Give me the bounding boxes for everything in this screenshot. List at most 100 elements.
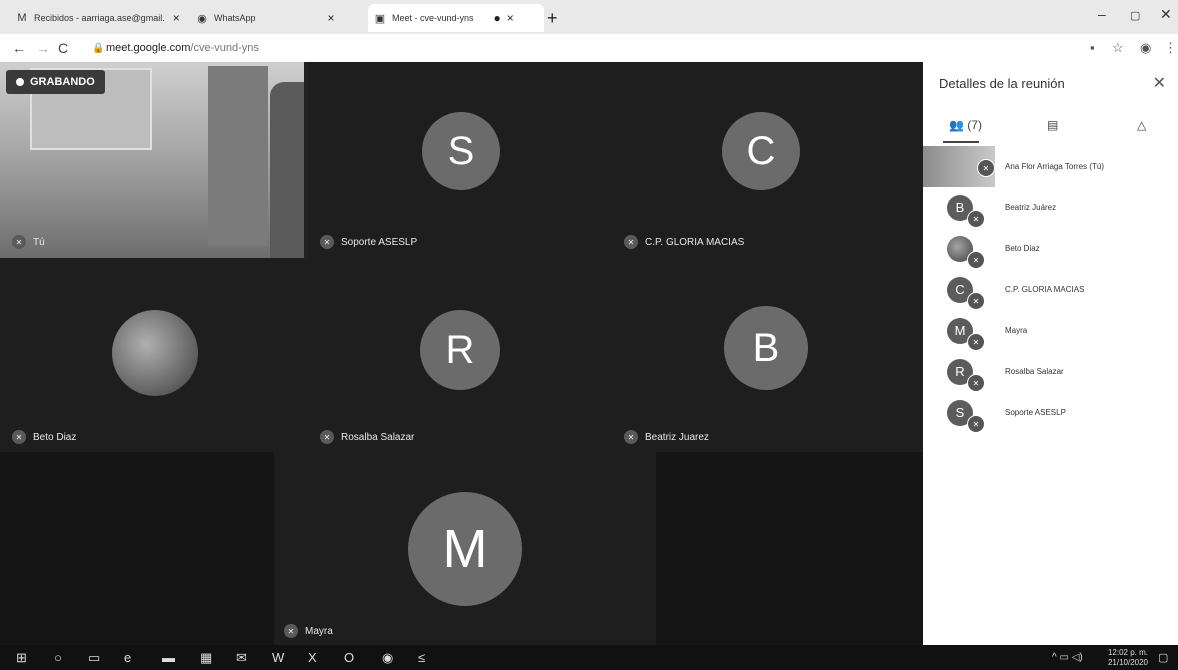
- tab-whatsapp[interactable]: ◉ WhatsApp ×: [196, 4, 356, 32]
- tile-self[interactable]: GRABANDO ✕ Tú: [0, 62, 304, 258]
- mic-off-icon: ✕: [967, 292, 985, 310]
- tab-gmail[interactable]: M Recibidos - aarriaga.ase@gmail. ×: [16, 4, 188, 32]
- search-icon[interactable]: ○: [54, 650, 62, 665]
- address-bar: ← → C 🔒 meet.google.com/cve-vund-yns ▪ ☆…: [0, 34, 1178, 63]
- list-item[interactable]: C ✕ C.P. GLORIA MACIAS: [923, 269, 1178, 310]
- door: [208, 66, 268, 246]
- tile-label: ✕ Rosalba Salazar: [320, 430, 414, 444]
- chrome-icon[interactable]: ◉: [382, 650, 393, 666]
- url-path: /cve-vund-yns: [190, 42, 259, 54]
- close-icon[interactable]: ×: [173, 11, 180, 25]
- mic-off-icon: ✕: [967, 374, 985, 392]
- edge-icon[interactable]: e: [124, 650, 131, 665]
- tab-meet[interactable]: ▣ Meet - cve-vund-yns ● ×: [368, 4, 544, 32]
- close-icon[interactable]: ×: [507, 11, 514, 25]
- tile-beatriz[interactable]: B ✕ Beatriz Juarez: [614, 258, 923, 452]
- new-tab-button[interactable]: +: [547, 8, 558, 29]
- chat-icon[interactable]: ▤: [1047, 118, 1058, 132]
- participant-name: Ana Flor Arriaga Torres (Tú): [1005, 162, 1104, 171]
- participant-name: Tú: [33, 236, 45, 248]
- avatar: R: [420, 310, 500, 390]
- star-icon[interactable]: ☆: [1112, 40, 1124, 56]
- recording-badge: GRABANDO: [6, 70, 105, 94]
- meeting-details-panel: Detalles de la reunión ✕ 👥 (7) ▤ △ ✕ Ana…: [923, 62, 1178, 645]
- outlook-icon[interactable]: O: [344, 650, 354, 665]
- participant-name: Beatriz Juarez: [645, 431, 709, 443]
- tile-rosalba[interactable]: R ✕ Rosalba Salazar: [308, 258, 614, 452]
- file-explorer-icon[interactable]: ▬: [162, 650, 175, 665]
- gmail-icon: M: [17, 12, 27, 24]
- tile-label: ✕ Beatriz Juarez: [624, 430, 709, 444]
- list-item[interactable]: B ✕ Beatriz Juárez: [923, 187, 1178, 228]
- system-tray-icons[interactable]: ^ ▭ ◁): [1052, 652, 1083, 663]
- mic-off-icon: ✕: [977, 159, 995, 177]
- tile-label: ✕ C.P. GLORIA MACIAS: [624, 235, 744, 249]
- participant-name: C.P. GLORIA MACIAS: [1005, 285, 1085, 294]
- tile-mayra[interactable]: M ✕ Mayra: [274, 452, 656, 645]
- clock-time: 12:02 p. m.: [1107, 648, 1148, 657]
- mic-off-icon: ✕: [967, 251, 985, 269]
- tile-label: ✕ Mayra: [284, 624, 333, 638]
- activities-icon[interactable]: △: [1137, 118, 1146, 132]
- forward-icon[interactable]: →: [36, 40, 50, 56]
- window-close-icon[interactable]: ✕: [1160, 6, 1172, 23]
- lock-icon: 🔒: [92, 43, 105, 54]
- participant-name: C.P. GLORIA MACIAS: [645, 236, 745, 248]
- reload-icon[interactable]: C: [58, 40, 68, 56]
- mic-off-icon: ✕: [967, 415, 985, 433]
- start-icon[interactable]: ⊞: [16, 650, 27, 666]
- recording-label: GRABANDO: [30, 76, 95, 88]
- mic-off-icon: ✕: [284, 624, 298, 638]
- avatar: M: [408, 492, 522, 606]
- excel-icon[interactable]: X: [308, 650, 317, 665]
- participant-list: ✕ Ana Flor Arriaga Torres (Tú) B ✕ Beatr…: [923, 146, 1178, 433]
- menu-icon[interactable]: ⋮: [1164, 40, 1177, 56]
- clock[interactable]: 12:02 p. m. 21/10/2020: [1108, 648, 1148, 668]
- list-item[interactable]: R ✕ Rosalba Salazar: [923, 351, 1178, 392]
- mic-off-icon: ✕: [624, 235, 638, 249]
- task-view-icon[interactable]: ▭: [88, 650, 100, 666]
- record-dot-icon: [16, 78, 24, 86]
- mic-off-icon: ✕: [12, 235, 26, 249]
- url-host: meet.google.com: [106, 42, 191, 54]
- tile-label: ✕ Soporte ASESLP: [320, 235, 417, 249]
- profile-icon[interactable]: ◉: [1140, 40, 1151, 56]
- tile-beto[interactable]: ✕ Beto Diaz: [0, 258, 308, 452]
- meeting-grid: GRABANDO ✕ Tú S ✕ Soporte ASESLP C ✕ C.P. G…: [0, 62, 923, 645]
- minimize-icon[interactable]: –: [1098, 6, 1106, 22]
- close-icon[interactable]: ×: [328, 11, 335, 25]
- people-icon: 👥: [949, 118, 964, 132]
- app-icon[interactable]: ≤: [418, 650, 425, 665]
- notifications-icon[interactable]: ▢: [1158, 651, 1168, 664]
- meet-icon: ▣: [374, 12, 386, 25]
- tile-gloria[interactable]: C ✕ C.P. GLORIA MACIAS: [614, 62, 923, 258]
- store-icon[interactable]: ▦: [200, 650, 212, 666]
- panel-tabs: 👥 (7) ▤ △: [923, 114, 1178, 142]
- participant-name: Beatriz Juárez: [1005, 203, 1057, 212]
- panel-title: Detalles de la reunión: [939, 76, 1065, 91]
- word-icon[interactable]: W: [272, 650, 284, 665]
- tab-title: Recibidos - aarriaga.ase@gmail.: [34, 13, 165, 23]
- close-panel-icon[interactable]: ✕: [1153, 73, 1166, 93]
- mic-off-icon: ✕: [320, 430, 334, 444]
- list-item[interactable]: S ✕ Soporte ASESLP: [923, 392, 1178, 433]
- active-tab-indicator: [943, 141, 979, 143]
- list-item[interactable]: ✕ Ana Flor Arriaga Torres (Tú): [923, 146, 1178, 187]
- whatsapp-icon: ◉: [197, 12, 207, 25]
- participant-name: Mayra: [305, 625, 333, 637]
- tile-soporte[interactable]: S ✕ Soporte ASESLP: [308, 62, 614, 258]
- person: [270, 82, 304, 258]
- url-field[interactable]: meet.google.com/cve-vund-yns: [106, 42, 259, 54]
- tab-people[interactable]: 👥 (7): [949, 118, 982, 132]
- maximize-icon[interactable]: ▢: [1130, 9, 1140, 22]
- back-icon[interactable]: ←: [12, 40, 26, 56]
- participant-name: Soporte ASESLP: [341, 236, 418, 248]
- camera-icon[interactable]: ▪: [1090, 40, 1095, 55]
- clock-date: 21/10/2020: [1107, 658, 1148, 667]
- participant-name: Rosalba Salazar: [1005, 367, 1064, 376]
- list-item[interactable]: M ✕ Mayra: [923, 310, 1178, 351]
- empty-tile: [656, 452, 923, 645]
- mail-icon[interactable]: ✉: [236, 650, 247, 666]
- mic-off-icon: ✕: [967, 333, 985, 351]
- list-item[interactable]: ✕ Beto Diaz: [923, 228, 1178, 269]
